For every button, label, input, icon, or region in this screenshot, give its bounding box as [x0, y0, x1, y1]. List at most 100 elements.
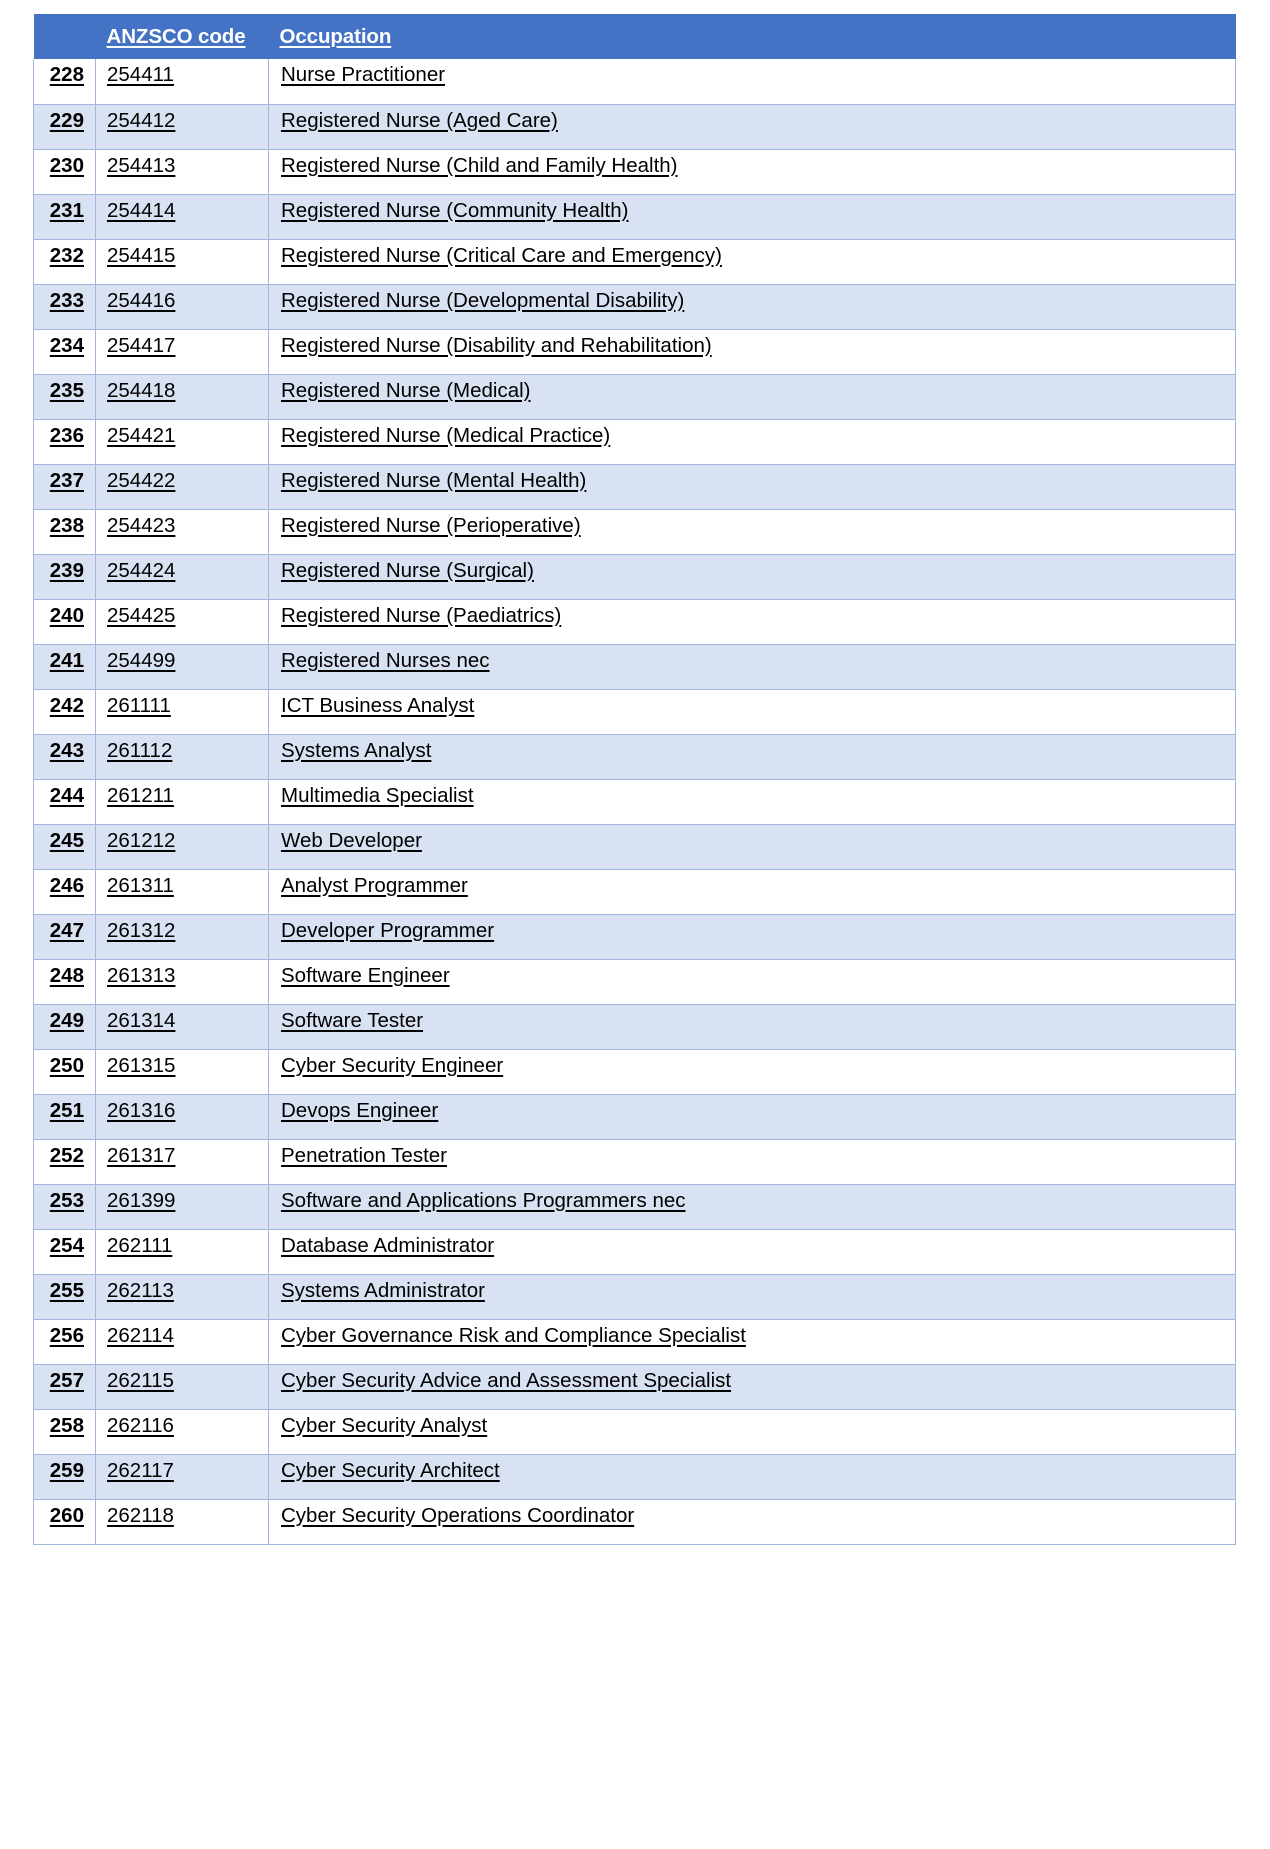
row-number-text: 245: [49, 828, 84, 852]
cell-occupation: Registered Nurse (Critical Care and Emer…: [268, 239, 1236, 285]
cell-anzsco-code: 261313: [95, 959, 269, 1005]
row-number-text: 235: [49, 378, 84, 402]
occupation-text: Software Tester: [281, 1008, 424, 1032]
occupation-text: Software Engineer: [281, 963, 450, 987]
cell-row-number: 237: [33, 464, 96, 510]
anzsco-code-text: 262114: [107, 1323, 174, 1347]
anzsco-code-text: 261399: [107, 1188, 176, 1212]
cell-row-number: 251: [33, 1094, 96, 1140]
cell-row-number: 249: [33, 1004, 96, 1050]
table-row: 244 261211 Multimedia Specialist: [33, 779, 1236, 825]
cell-row-number: 236: [33, 419, 96, 465]
cell-anzsco-code: 254424: [95, 554, 269, 600]
table-row: 259 262117 Cyber Security Architect: [33, 1454, 1236, 1500]
cell-row-number: 259: [33, 1454, 96, 1500]
anzsco-code-text: 254413: [107, 153, 176, 177]
cell-row-number: 254: [33, 1229, 96, 1275]
row-number-text: 236: [49, 423, 84, 447]
anzsco-code-text: 261315: [107, 1053, 176, 1077]
anzsco-code-text: 261316: [107, 1098, 176, 1122]
row-number-text: 258: [49, 1413, 84, 1437]
cell-occupation: Registered Nurse (Surgical): [268, 554, 1236, 600]
occupation-text: Database Administrator: [281, 1233, 495, 1257]
cell-occupation: Registered Nurse (Disability and Rehabil…: [268, 329, 1236, 375]
row-number-text: 249: [49, 1008, 84, 1032]
cell-anzsco-code: 261311: [95, 869, 269, 915]
cell-row-number: 235: [33, 374, 96, 420]
row-number-text: 241: [49, 648, 84, 672]
anzsco-code-text: 254415: [107, 243, 176, 267]
table-row: 257 262115 Cyber Security Advice and Asses…: [33, 1364, 1236, 1410]
cell-anzsco-code: 262111: [95, 1229, 269, 1275]
cell-occupation: Developer Programmer: [268, 914, 1236, 960]
cell-row-number: 245: [33, 824, 96, 870]
cell-row-number: 239: [33, 554, 96, 600]
table-row: 251 261316 Devops Engineer: [33, 1094, 1236, 1140]
cell-row-number: 241: [33, 644, 96, 690]
cell-anzsco-code: 254416: [95, 284, 269, 330]
row-number-text: 232: [49, 243, 84, 267]
anzsco-code-text: 261313: [107, 963, 176, 987]
cell-anzsco-code: 262113: [95, 1274, 269, 1320]
cell-occupation: Multimedia Specialist: [268, 779, 1236, 825]
table-row: 239 254424 Registered Nurse (Surgical): [33, 554, 1236, 600]
occupation-table-container: ANZSCO code Occupation 228 254411 Nurse Pr…: [33, 14, 1236, 1545]
anzsco-code-text: 262113: [107, 1278, 174, 1302]
cell-row-number: 257: [33, 1364, 96, 1410]
row-number-text: 244: [49, 783, 84, 807]
table-row: 247 261312 Developer Programmer: [33, 914, 1236, 960]
row-number-text: 259: [49, 1458, 84, 1482]
table-row: 228 254411 Nurse Practitioner: [33, 59, 1236, 105]
occupation-text: Registered Nurse (Disability and Rehabil…: [281, 333, 712, 357]
cell-occupation: Systems Administrator: [268, 1274, 1236, 1320]
cell-row-number: 247: [33, 914, 96, 960]
column-header-row-number: [33, 14, 96, 59]
cell-row-number: 234: [33, 329, 96, 375]
cell-occupation: Cyber Security Operations Coordinator: [268, 1499, 1236, 1545]
cell-anzsco-code: 261211: [95, 779, 269, 825]
table-row: 240 254425 Registered Nurse (Paediatrics): [33, 599, 1236, 645]
row-number-text: 255: [49, 1278, 84, 1302]
cell-occupation: Registered Nurse (Paediatrics): [268, 599, 1236, 645]
row-number-text: 239: [49, 558, 84, 582]
table-row: 229 254412 Registered Nurse (Aged Care): [33, 104, 1236, 150]
table-row: 236 254421 Registered Nurse (Medical Pract…: [33, 419, 1236, 465]
occupation-text: Systems Administrator: [281, 1278, 485, 1302]
anzsco-code-text: 261212: [107, 828, 176, 852]
table-row: 253 261399 Software and Applications Progr…: [33, 1184, 1236, 1230]
cell-occupation: Software and Applications Programmers ne…: [268, 1184, 1236, 1230]
anzsco-code-text: 261112: [107, 738, 173, 762]
anzsco-code-text: 254422: [107, 468, 176, 492]
occupation-text: Systems Analyst: [281, 738, 432, 762]
row-number-text: 248: [49, 963, 84, 987]
row-number-text: 246: [49, 873, 84, 897]
cell-occupation: Software Engineer: [268, 959, 1236, 1005]
table-row: 256 262114 Cyber Governance Risk and Compl…: [33, 1319, 1236, 1365]
cell-row-number: 229: [33, 104, 96, 150]
cell-row-number: 250: [33, 1049, 96, 1095]
row-number-text: 247: [49, 918, 84, 942]
anzsco-code-text: 254421: [107, 423, 176, 447]
table-row: 232 254415 Registered Nurse (Critical Care…: [33, 239, 1236, 285]
table-row: 245 261212 Web Developer: [33, 824, 1236, 870]
table-row: 246 261311 Analyst Programmer: [33, 869, 1236, 915]
occupation-text: Registered Nurse (Aged Care): [281, 108, 558, 132]
cell-anzsco-code: 254414: [95, 194, 269, 240]
anzsco-code-text: 261317: [107, 1143, 176, 1167]
cell-anzsco-code: 261111: [95, 689, 269, 735]
row-number-text: 229: [49, 108, 84, 132]
anzsco-code-text: 261211: [107, 783, 174, 807]
cell-anzsco-code: 254425: [95, 599, 269, 645]
table-row: 243 261112 Systems Analyst: [33, 734, 1236, 780]
cell-occupation: Nurse Practitioner: [268, 59, 1236, 105]
occupation-text: Registered Nurse (Paediatrics): [281, 603, 562, 627]
row-number-text: 228: [49, 63, 84, 86]
anzsco-code-text: 261311: [107, 873, 174, 897]
table-header: ANZSCO code Occupation: [33, 14, 1236, 59]
table-row: 234 254417 Registered Nurse (Disability an…: [33, 329, 1236, 375]
table-row: 258 262116 Cyber Security Analyst: [33, 1409, 1236, 1455]
row-number-text: 243: [49, 738, 84, 762]
anzsco-code-text: 262115: [107, 1368, 174, 1392]
row-number-text: 233: [49, 288, 84, 312]
cell-occupation: Registered Nurse (Medical): [268, 374, 1236, 420]
